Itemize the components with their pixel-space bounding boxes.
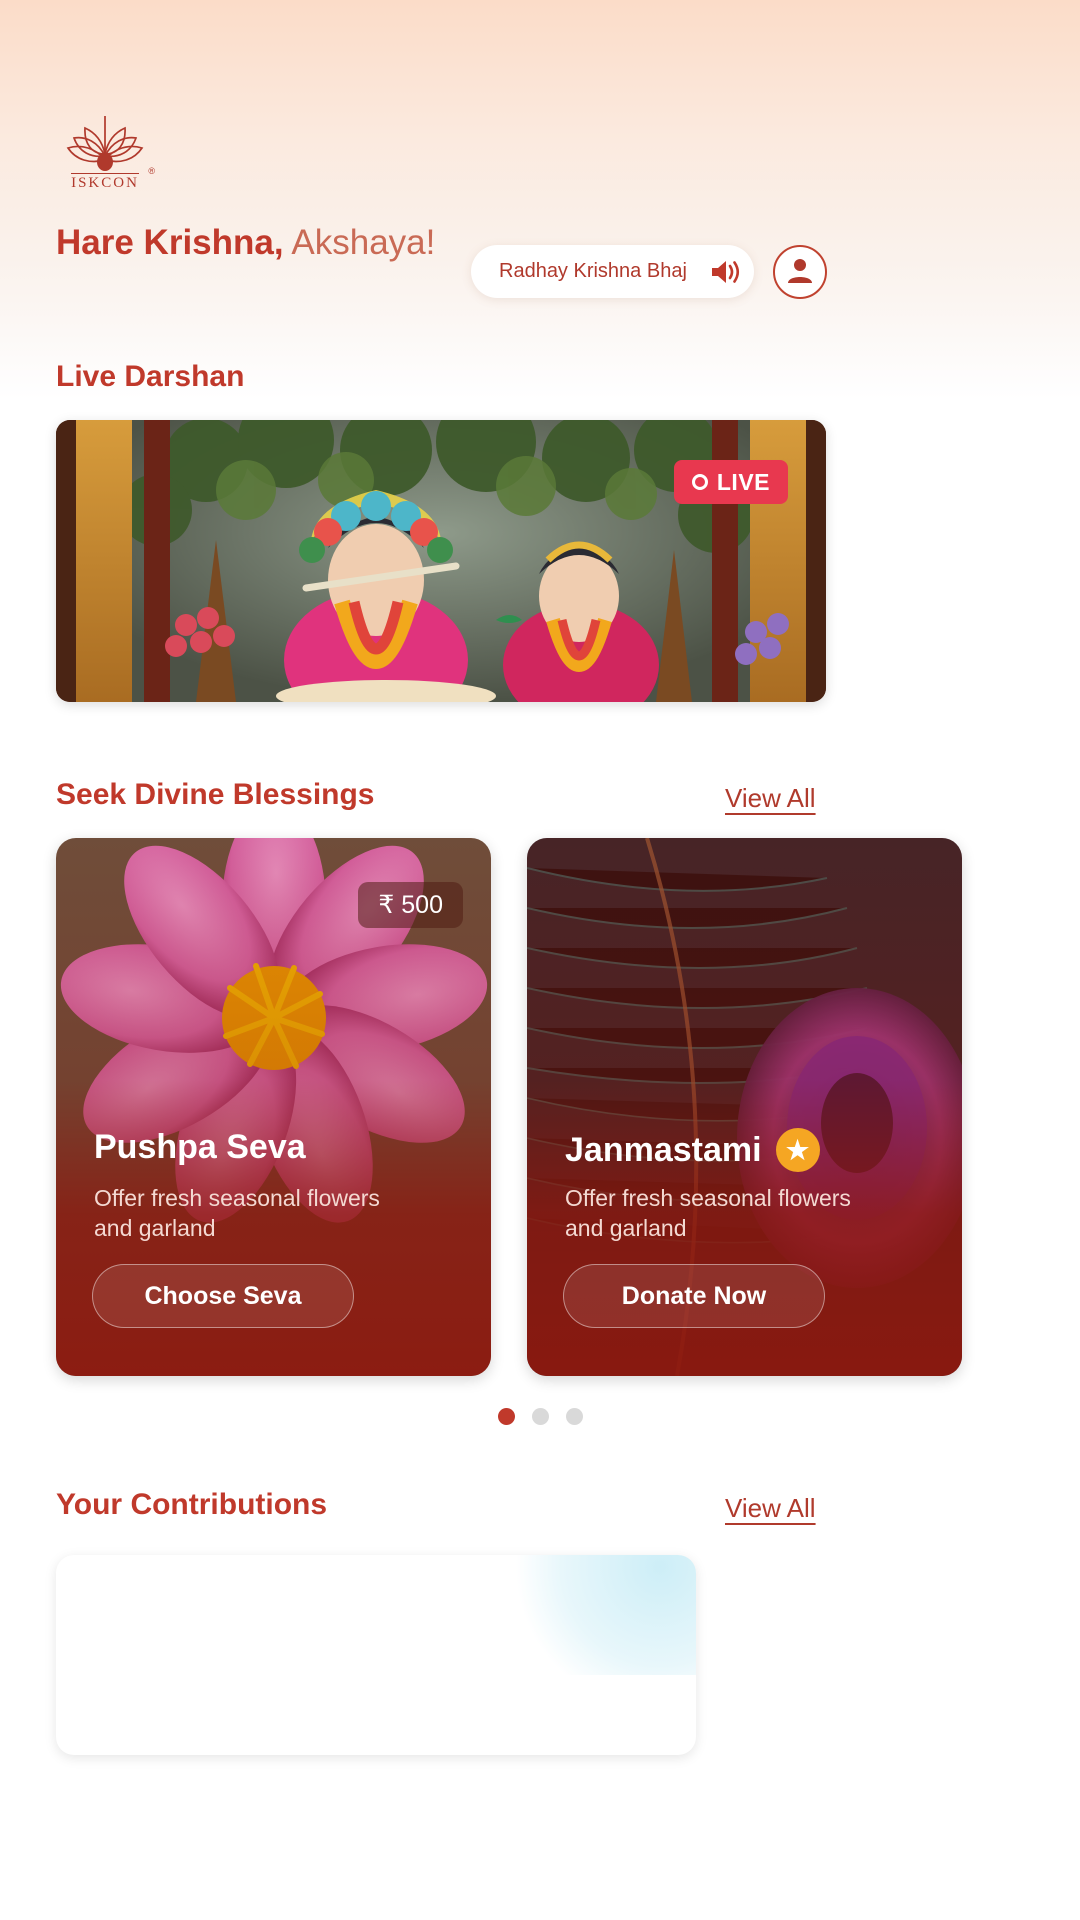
contributions-title: Your Contributions <box>56 1488 328 1521</box>
greeting-username: Akshaya! <box>291 223 436 262</box>
contribution-card[interactable] <box>56 1555 696 1755</box>
record-dot-icon <box>691 474 708 490</box>
live-darshan-player[interactable]: LIVE <box>56 420 826 702</box>
donate-now-button[interactable]: Donate Now <box>563 1264 825 1328</box>
seva-card-title: Pushpa Seva <box>94 1128 306 1167</box>
speaker-volume-icon[interactable] <box>698 245 754 298</box>
live-badge-label: LIVE <box>716 468 770 495</box>
greeting-bold: Hare Krishna, <box>56 223 284 262</box>
carousel-dot-1[interactable] <box>497 1408 515 1425</box>
seva-card-title: Janmastami ★ <box>565 1128 820 1172</box>
choose-seva-button[interactable]: Choose Seva <box>92 1264 354 1328</box>
contribution-decoration <box>516 1555 696 1675</box>
seva-card-description: Offer fresh seasonal flowers and garland <box>94 1185 380 1242</box>
iskcon-logo[interactable]: ISKCON ® <box>62 110 155 202</box>
logo-wordmark: ISKCON <box>71 173 139 191</box>
seva-card-title-text: Janmastami <box>565 1130 762 1169</box>
audio-track-title: Radhay Krishna Bhaj <box>499 260 687 282</box>
audio-player-pill[interactable]: Radhay Krishna Bhaj <box>471 245 754 298</box>
app-screen: ISKCON ® Radhay Krishna Bhaj Hare Krishn… <box>0 0 1080 1920</box>
seva-price-chip: ₹ 500 <box>358 882 463 928</box>
contributions-view-all-link[interactable]: View All <box>725 1493 816 1524</box>
blessings-carousel[interactable]: ₹ 500 Pushpa Seva Offer fresh seasonal f… <box>0 838 1080 1378</box>
seva-card-pushpa[interactable]: ₹ 500 Pushpa Seva Offer fresh seasonal f… <box>56 838 491 1376</box>
greeting-text: Hare Krishna, Akshaya! <box>56 222 435 264</box>
blessings-view-all-link[interactable]: View All <box>725 783 816 814</box>
user-avatar-icon <box>784 254 816 291</box>
blessings-title: Seek Divine Blessings <box>56 778 375 811</box>
live-badge: LIVE <box>673 460 788 504</box>
carousel-dots[interactable] <box>0 1408 1080 1425</box>
seva-card-title-text: Pushpa Seva <box>94 1128 306 1166</box>
star-icon: ★ <box>775 1128 820 1172</box>
seva-card-description: Offer fresh seasonal flowers and garland <box>565 1185 851 1242</box>
registered-mark: ® <box>148 166 155 176</box>
app-header: ISKCON ® Radhay Krishna Bhaj <box>0 110 1080 299</box>
live-darshan-title: Live Darshan <box>56 360 245 393</box>
carousel-dot-3[interactable] <box>565 1408 583 1425</box>
carousel-dot-2[interactable] <box>531 1408 549 1425</box>
seva-card-janmastami[interactable]: Janmastami ★ Offer fresh seasonal flower… <box>527 838 962 1376</box>
lotus-icon <box>62 110 148 172</box>
profile-avatar-button[interactable] <box>773 245 827 299</box>
